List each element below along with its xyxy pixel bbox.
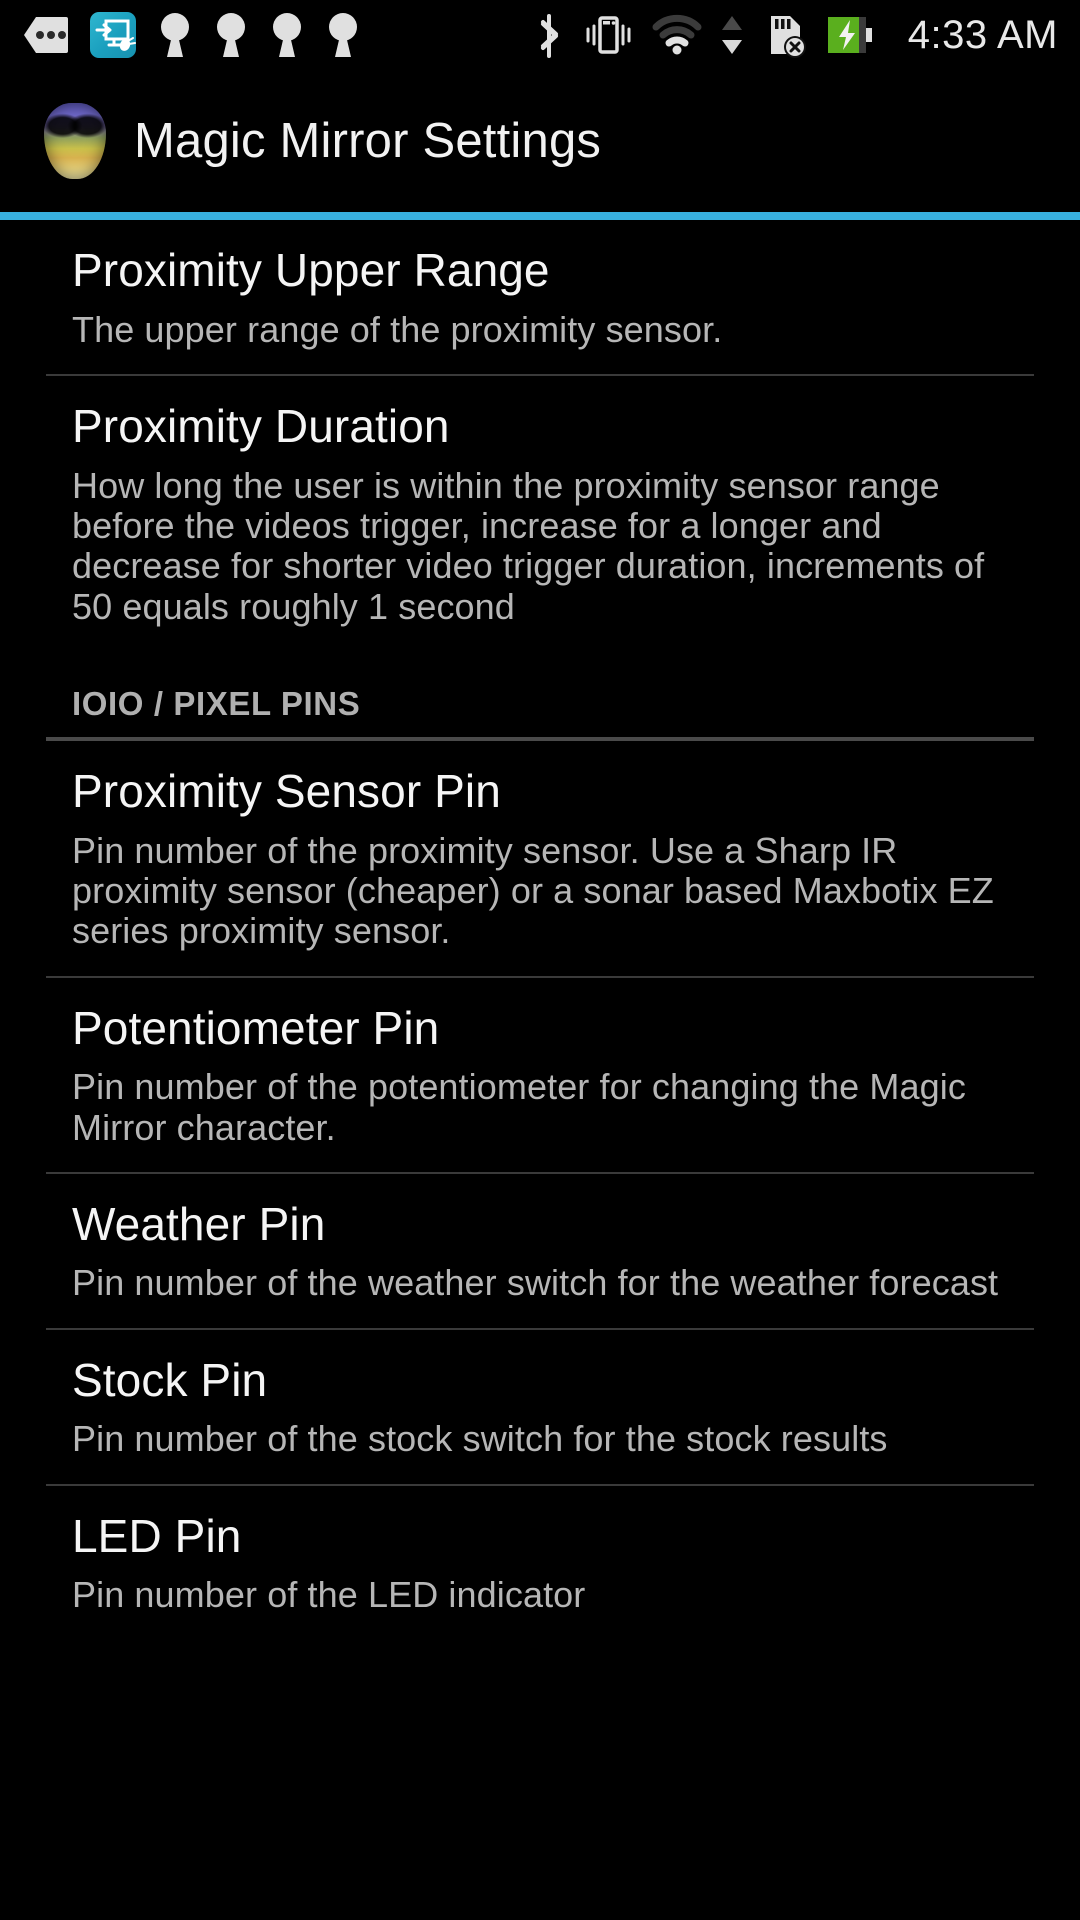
preference-proximity-duration[interactable]: Proximity Duration How long the user is … xyxy=(0,376,1080,651)
battery-charging-icon xyxy=(827,17,872,53)
preference-summary: Pin number of the proximity sensor. Use … xyxy=(72,829,994,952)
section-header-ioio-pixel-pins: IOIO / PIXEL PINS xyxy=(0,651,1080,737)
settings-list[interactable]: Proximity Upper Range The upper range of… xyxy=(0,220,1080,1640)
wifi-icon xyxy=(652,14,702,55)
preference-stock-pin[interactable]: Stock Pin Pin number of the stock switch… xyxy=(0,1330,1080,1484)
preference-proximity-sensor-pin[interactable]: Proximity Sensor Pin Pin number of the p… xyxy=(0,741,1080,976)
notification-icon-3 xyxy=(270,13,304,57)
screen-cast-app-icon xyxy=(90,12,136,58)
status-bar-clock: 4:33 AM xyxy=(907,12,1058,57)
preference-title: LED Pin xyxy=(72,1509,242,1562)
preference-summary: Pin number of the LED indicator xyxy=(72,1574,586,1616)
status-bar-notification-area[interactable] xyxy=(24,12,360,58)
accent-divider xyxy=(0,212,1080,220)
preference-summary: Pin number of the stock switch for the s… xyxy=(72,1418,888,1460)
vibrate-icon xyxy=(586,16,631,54)
preference-proximity-upper-range[interactable]: Proximity Upper Range The upper range of… xyxy=(0,220,1080,374)
preference-summary: The upper range of the proximity sensor. xyxy=(72,308,723,350)
preference-weather-pin[interactable]: Weather Pin Pin number of the weather sw… xyxy=(0,1174,1080,1328)
preference-title: Stock Pin xyxy=(72,1353,268,1406)
preference-led-pin[interactable]: LED Pin Pin number of the LED indicator xyxy=(0,1486,1080,1640)
preference-summary: Pin number of the weather switch for the… xyxy=(72,1262,999,1304)
page-title: Magic Mirror Settings xyxy=(134,114,602,168)
preference-title: Proximity Duration xyxy=(72,399,450,452)
status-bar[interactable]: 4:33 AM xyxy=(0,0,1080,70)
preference-title: Proximity Upper Range xyxy=(72,244,550,296)
status-bar-system-icons[interactable]: 4:33 AM xyxy=(534,12,1058,58)
notification-icon-4 xyxy=(326,13,360,57)
notification-icon-2 xyxy=(214,13,248,57)
bluetooth-icon xyxy=(540,14,558,58)
preference-title: Potentiometer Pin xyxy=(72,1001,440,1054)
data-transfer-icon xyxy=(721,16,742,54)
action-bar[interactable]: Magic Mirror Settings xyxy=(0,70,1080,212)
sd-card-removed-icon xyxy=(770,16,806,58)
preference-potentiometer-pin[interactable]: Potentiometer Pin Pin number of the pote… xyxy=(0,978,1080,1172)
preference-title: Weather Pin xyxy=(72,1197,326,1250)
preference-summary: How long the user is within the proximit… xyxy=(72,464,985,627)
magic-mirror-mask-icon xyxy=(44,103,106,179)
notification-icon-1 xyxy=(158,13,192,57)
more-notifications-icon xyxy=(24,17,68,53)
preference-summary: Pin number of the potentiometer for chan… xyxy=(72,1066,966,1148)
section-label: IOIO / PIXEL PINS xyxy=(72,684,361,722)
preference-title: Proximity Sensor Pin xyxy=(72,764,501,817)
